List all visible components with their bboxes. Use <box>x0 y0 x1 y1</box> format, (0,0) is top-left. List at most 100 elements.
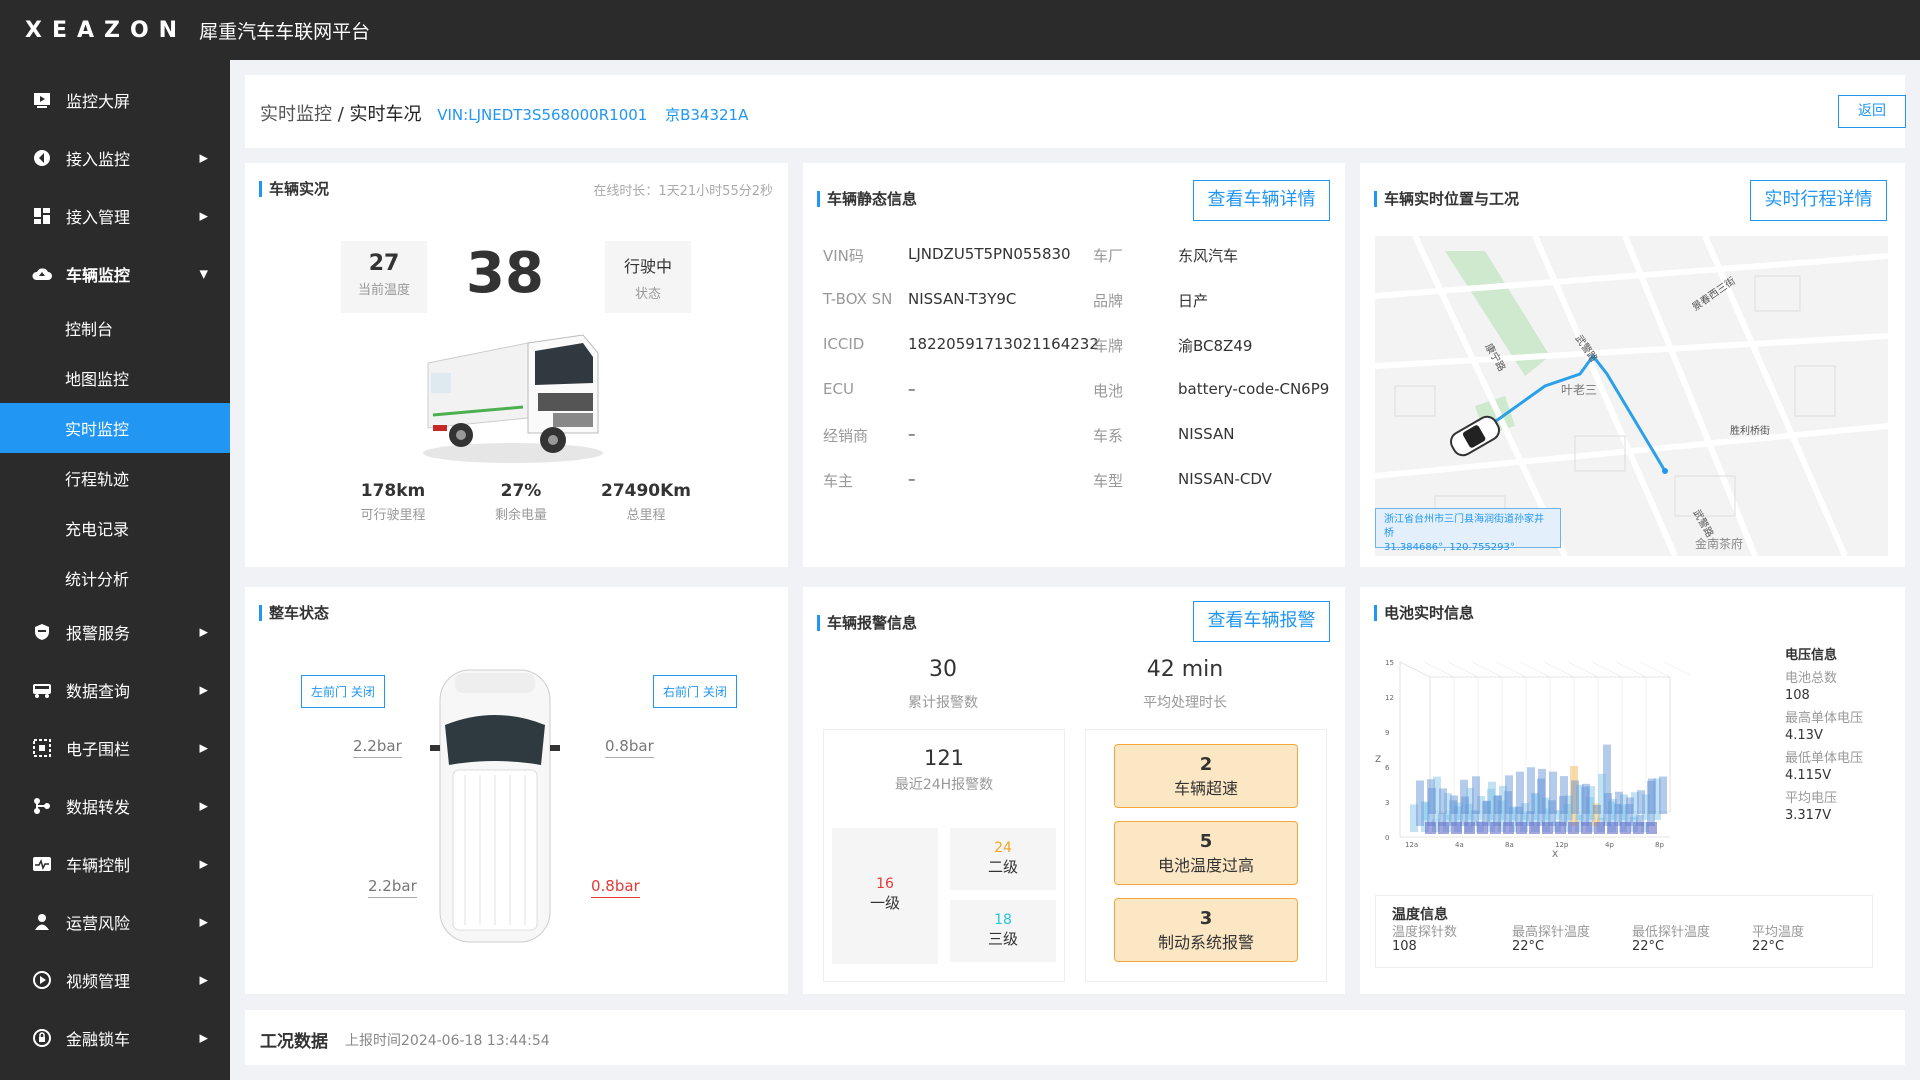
sidebar-item-finance-lock[interactable]: 金融锁车 ▶ <box>0 1009 230 1067</box>
back-button[interactable]: 返回 <box>1838 95 1906 128</box>
level2-tile: 24 二级 <box>950 828 1056 890</box>
last24h-panel: 121 最近24H报警数 16 一级 24 二级 18 三级 <box>823 729 1065 982</box>
alarm-item[interactable]: 3 制动系统报警 <box>1114 898 1298 962</box>
trip-detail-button[interactable]: 实时行程详情 <box>1750 180 1887 221</box>
field-label: T-BOX SN <box>823 290 893 308</box>
field-label: ECU <box>823 380 854 398</box>
field-value: NISSAN-CDV <box>1178 470 1272 488</box>
min-temp-label: 最低探针温度 <box>1632 925 1711 940</box>
coordinates-text: 31.384686°, 120.755293° <box>1384 542 1515 553</box>
total-alarms-label: 累计报警数 <box>908 695 978 711</box>
chart-bar <box>1516 771 1524 814</box>
tyre-front-right: 0.8bar <box>605 737 654 758</box>
field-value: 东风汽车 <box>1178 247 1239 265</box>
chart-floor-cell <box>1425 822 1436 834</box>
level3-value: 18 <box>994 912 1012 928</box>
chart-bar <box>1593 805 1601 814</box>
chart-floor-cell <box>1607 822 1618 834</box>
map-view[interactable]: 康宁路 武警路 叶老三 武警路 胜利桥街 景春西三街 金南茶府 浙江省台州市三门… <box>1375 236 1888 556</box>
sidebar-item-label: 数据查询 <box>66 682 131 701</box>
avg-temp-value: 22°C <box>1752 939 1785 954</box>
sidebar-item-data-query[interactable]: 数据查询 ▶ <box>0 661 230 719</box>
sidebar-item-label: 接入监控 <box>66 150 131 169</box>
min-voltage-value: 4.115V <box>1785 768 1832 783</box>
breadcrumb-parent[interactable]: 实时监控 <box>260 104 332 125</box>
sidebar-item-data-forward[interactable]: 数据转发 ▶ <box>0 777 230 835</box>
level3-label: 三级 <box>987 930 1018 948</box>
sidebar-item-label: 视频管理 <box>66 972 131 991</box>
sidebar-item-alarm-service[interactable]: 报警服务 ▶ <box>0 603 230 661</box>
subnav-map-monitor[interactable]: 地图监控 <box>0 353 230 403</box>
x-axis-label: X <box>1552 850 1558 860</box>
max-temp-label: 最高探针温度 <box>1512 925 1591 940</box>
max-voltage-label: 最高单体电压 <box>1785 711 1864 726</box>
subnav-charge-records[interactable]: 充电记录 <box>0 503 230 553</box>
chart-floor-cell <box>1542 822 1553 834</box>
chart-bar <box>1538 768 1546 814</box>
field-label: 经销商 <box>823 427 869 445</box>
chart-floor-cell <box>1633 822 1644 834</box>
alarm-item[interactable]: 2 车辆超速 <box>1114 744 1298 808</box>
chart-floor-cell <box>1516 822 1527 834</box>
alarm-item[interactable]: 5 电池温度过高 <box>1114 821 1298 885</box>
chevron-right-icon: ▶ <box>199 683 208 697</box>
level2-label: 二级 <box>987 858 1018 876</box>
chart-bar <box>1494 795 1502 814</box>
subnav-statistics[interactable]: 统计分析 <box>0 553 230 603</box>
sidebar-item-dashboard[interactable]: 监控大屏 <box>0 71 230 129</box>
work-data-card: 工况数据 上报时间2024-06-18 13:44:54 <box>245 1010 1905 1065</box>
range-stat: 178km 可行驶里程 <box>343 481 443 523</box>
odometer-label: 总里程 <box>626 508 666 523</box>
report-time: 上报时间2024-06-18 13:44:54 <box>345 1033 550 1049</box>
z-tick-label: 6 <box>1385 764 1390 772</box>
chart-floor-cell <box>1581 822 1592 834</box>
alarm-card: 车辆报警信息 查看车辆报警 30 累计报警数 42 min 平均处理时长 121… <box>803 587 1345 994</box>
location-card: 车辆实时位置与工况 实时行程详情 康宁路 武警路 叶老三 武警路 胜利桥街 景春… <box>1360 163 1905 567</box>
subnav-realtime-monitor[interactable]: 实时监控 <box>0 403 230 453</box>
sidebar-item-label: 电子围栏 <box>66 740 131 759</box>
chart-bar <box>1428 787 1436 814</box>
chart-bar <box>1560 776 1568 814</box>
vehicle-detail-button[interactable]: 查看车辆详情 <box>1193 180 1330 221</box>
alarm-name: 车辆超速 <box>1173 779 1238 798</box>
min-temp-value: 22°C <box>1632 939 1665 954</box>
subnav-console[interactable]: 控制台 <box>0 303 230 353</box>
vehicle-alarm-button[interactable]: 查看车辆报警 <box>1193 601 1330 642</box>
address-label: 浙江省台州市三门县海润街道孙家井桥 31.384686°, 120.755293… <box>1375 508 1561 553</box>
chart-floor-cell <box>1464 822 1475 834</box>
sidebar-item-access-manage[interactable]: 接入管理 ▶ <box>0 187 230 245</box>
sidebar-item-geofence[interactable]: 电子围栏 ▶ <box>0 719 230 777</box>
sidebar-item-label: 金融锁车 <box>66 1030 131 1049</box>
z-axis-label: Z <box>1375 755 1381 765</box>
sidebar-item-access-monitor[interactable]: 接入监控 ▶ <box>0 129 230 187</box>
temperature-title: 温度信息 <box>1392 907 1448 923</box>
sidebar-item-vehicle-control[interactable]: 车辆控制 ▶ <box>0 835 230 893</box>
chart-floor-cell <box>1555 822 1566 834</box>
subnav-trip-track[interactable]: 行程轨迹 <box>0 453 230 503</box>
sidebar-item-vehicle-monitor[interactable]: 车辆监控 ▼ <box>0 245 230 303</box>
sidebar-item-label: 数据转发 <box>66 798 131 817</box>
sidebar-item-operation-risk[interactable]: 运营风险 ▶ <box>0 893 230 951</box>
top-bar: XEAZON 犀重汽车车联网平台 <box>0 0 1920 60</box>
chevron-right-icon: ▶ <box>199 151 208 165</box>
chevron-right-icon: ▶ <box>199 799 208 813</box>
chart-bar <box>1637 790 1645 814</box>
chart-bar <box>1483 800 1491 814</box>
chart-bar <box>1626 797 1634 814</box>
field-value: battery-code-CN6P9 <box>1178 380 1330 398</box>
chevron-right-icon: ▶ <box>199 209 208 223</box>
right-front-door-status: 右前门 关闭 <box>653 675 737 708</box>
field-value: 渝BC8Z49 <box>1178 337 1253 355</box>
avg-voltage-label: 平均电压 <box>1785 791 1838 806</box>
lock-icon <box>32 1028 52 1048</box>
sidebar-item-video[interactable]: 视频管理 ▶ <box>0 951 230 1009</box>
whole-vehicle-card: 整车状态 左前门 关闭 右前门 关闭 2.2bar 0.8bar 2.2bar … <box>245 587 788 994</box>
temperature-tile: 27 当前温度 <box>341 241 427 313</box>
battery-3d-chart: 0 3 6 9 12 15 12a 4a 8a 12p 4p 8p Z X <box>1375 659 1690 860</box>
field-label: 电池 <box>1093 382 1124 400</box>
sidebar-item-label: 报警服务 <box>66 624 131 643</box>
static-info-card: 车辆静态信息 查看车辆详情 VIN码 LJNDZU5T5PN055830 车厂 东风汽… <box>803 163 1345 567</box>
last24h-value: 121 <box>923 746 965 770</box>
alarm-count: 5 <box>1199 831 1213 852</box>
plate-text: 京B34321A <box>665 106 749 124</box>
